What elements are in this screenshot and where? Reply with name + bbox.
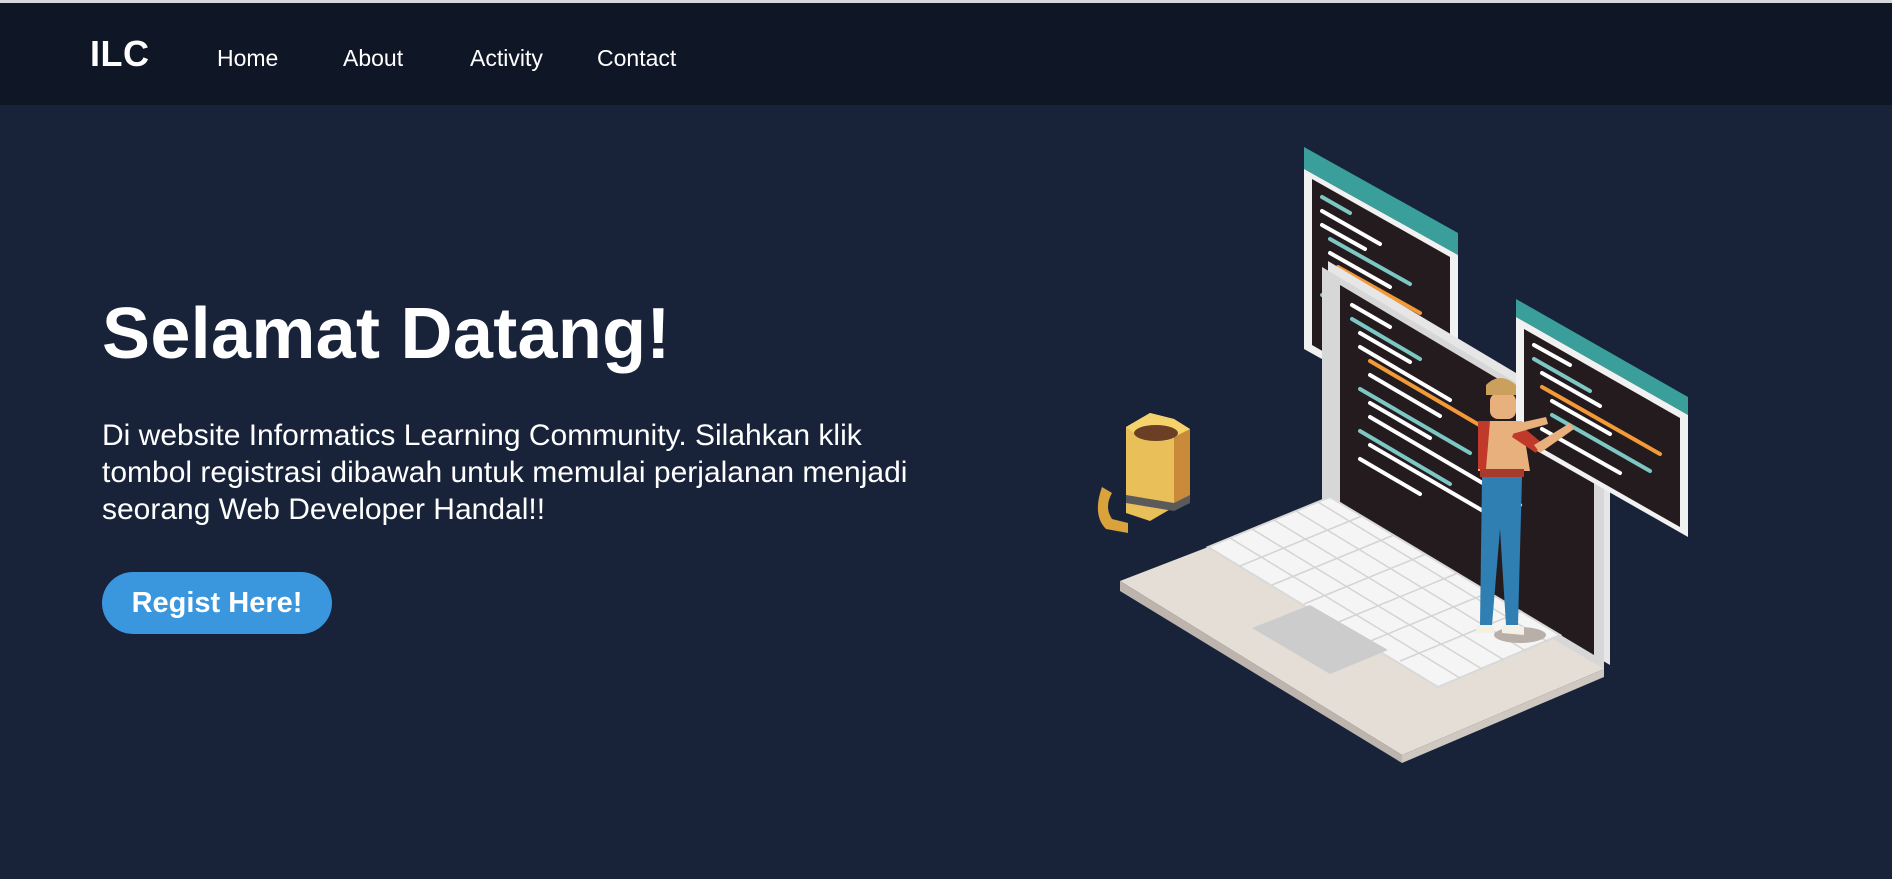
navbar: ILC Home About Activity Contact: [0, 3, 1892, 105]
nav-link-activity[interactable]: Activity: [470, 45, 543, 72]
nav-link-contact[interactable]: Contact: [597, 45, 676, 72]
nav-link-home[interactable]: Home: [217, 45, 278, 72]
brand-logo[interactable]: ILC: [90, 33, 150, 75]
coffee-mug: [1097, 413, 1190, 533]
developer-laptop-illustration-icon: [1097, 147, 1688, 763]
hero-title: Selamat Datang!: [102, 294, 671, 374]
hero-description: Di website Informatics Learning Communit…: [102, 419, 908, 526]
nav-link-about[interactable]: About: [343, 45, 403, 72]
regist-button[interactable]: Regist Here!: [102, 572, 332, 634]
